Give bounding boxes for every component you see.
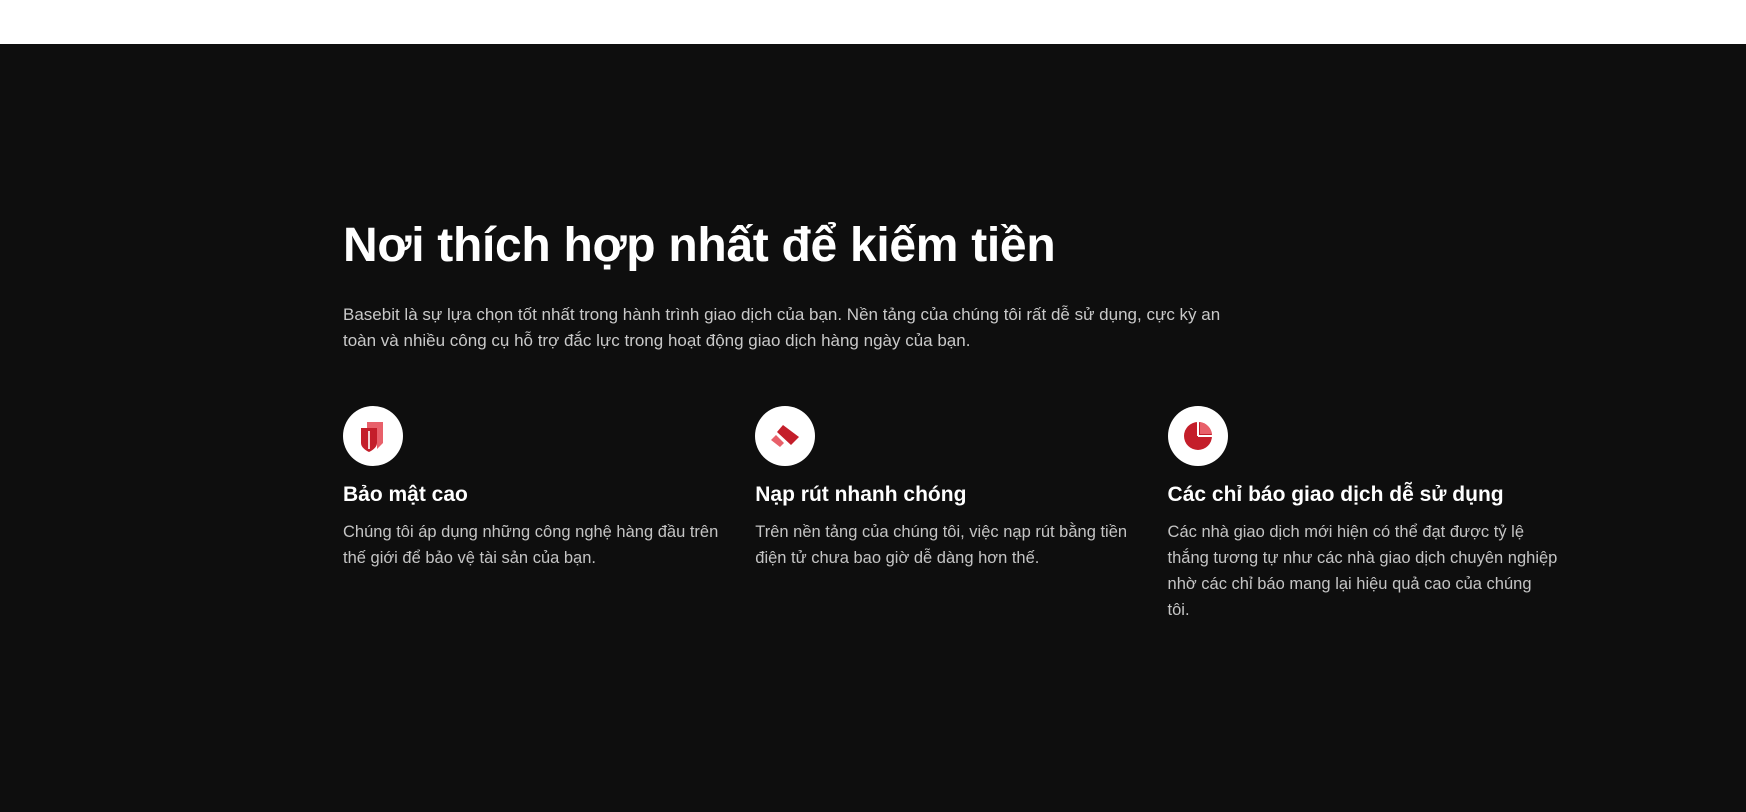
feature-description: Chúng tôi áp dụng những công nghệ hàng đ… <box>343 523 719 567</box>
section-title: Nơi thích hợp nhất để kiếm tiền <box>343 219 1056 272</box>
feature-fast-transfer: Nạp rút nhanh chóng Trên nền tảng của ch… <box>755 406 1167 623</box>
feature-security: Bảo mật cao Chúng tôi áp dụng những công… <box>343 406 755 623</box>
shield-icon <box>343 406 403 466</box>
transfer-icon <box>755 406 816 466</box>
feature-description: Trên nền tảng của chúng tôi, việc nạp rú… <box>755 523 1128 567</box>
pie-chart-icon <box>1167 406 1228 466</box>
section-content: Nơi thích hợp nhất để kiếm tiền Basebit … <box>343 218 1563 623</box>
section-intro: Basebit là sự lựa chọn tốt nhất trong hà… <box>343 305 1221 350</box>
feature-title: Bảo mật cao <box>343 483 468 506</box>
feature-title: Các chỉ báo giao dịch dễ sử dụng <box>1167 483 1504 506</box>
feature-description: Các nhà giao dịch mới hiện có thể đạt đư… <box>1167 523 1558 619</box>
why-choose-section: Nơi thích hợp nhất để kiếm tiền Basebit … <box>0 44 1746 812</box>
feature-indicators: Các chỉ báo giao dịch dễ sử dụng Các nhà… <box>1167 406 1563 623</box>
feature-list: Bảo mật cao Chúng tôi áp dụng những công… <box>343 406 1563 623</box>
feature-title: Nạp rút nhanh chóng <box>755 483 967 506</box>
top-white-strip <box>0 0 1746 44</box>
